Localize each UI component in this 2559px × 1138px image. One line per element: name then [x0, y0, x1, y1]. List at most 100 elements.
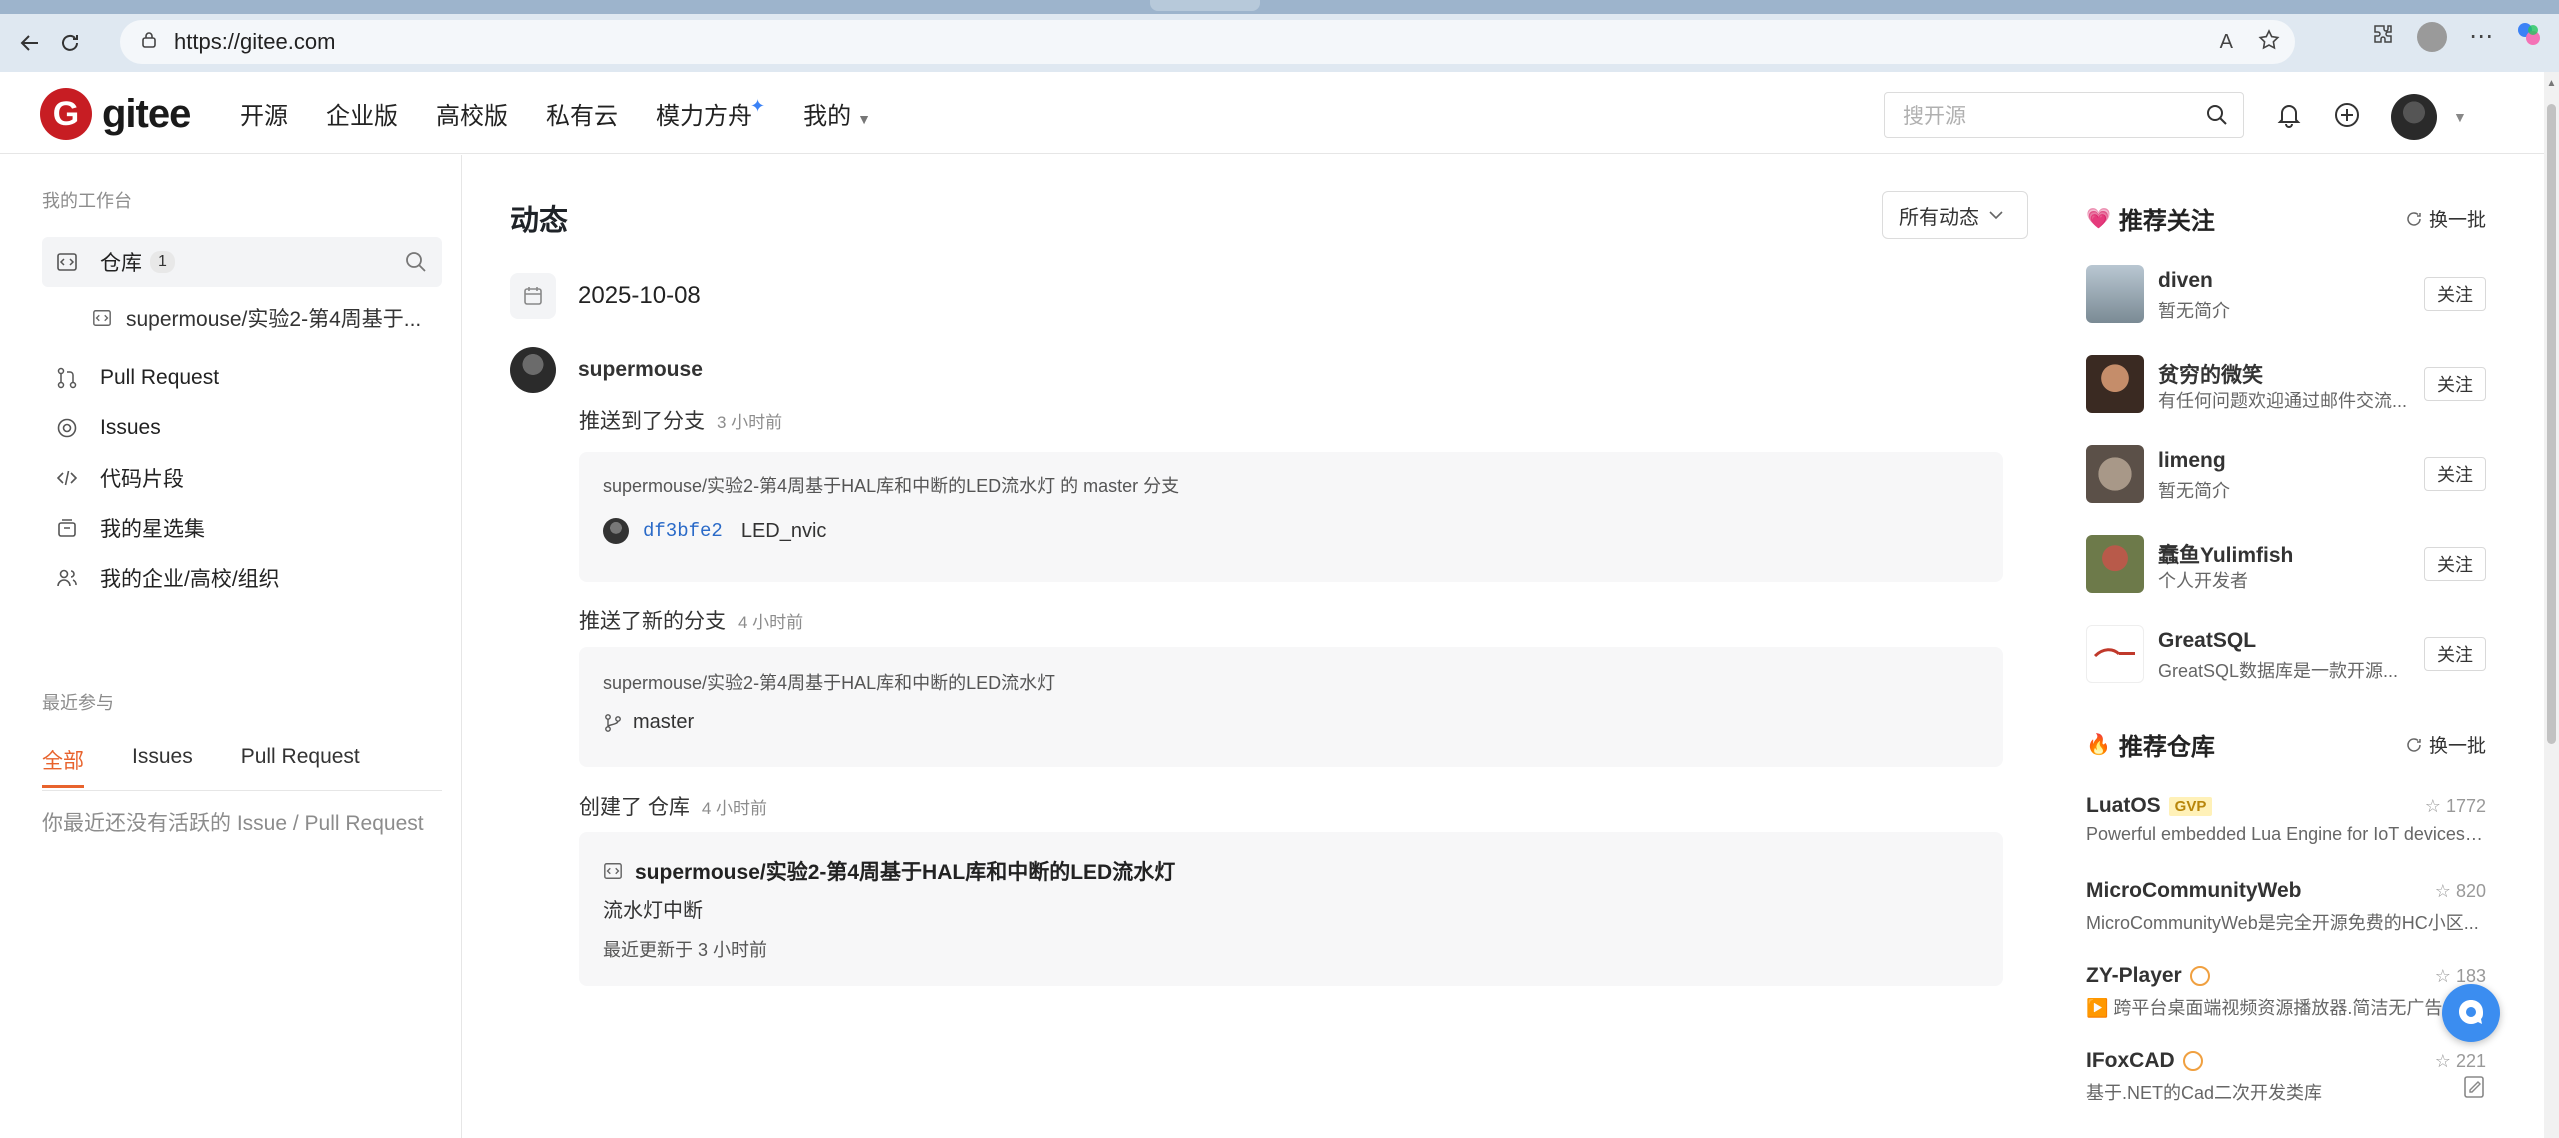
sparkle-icon: ✦	[750, 95, 766, 116]
user-menu-caret-icon[interactable]: ▼	[2453, 109, 2467, 125]
feed-username[interactable]: supermouse	[578, 358, 703, 382]
recommended-user[interactable]: limeng 暂无简介 关注	[2086, 443, 2486, 505]
workspace-label: 我的工作台	[42, 191, 132, 211]
repo-name[interactable]: IFoxCAD	[2086, 1049, 2175, 1073]
repo-stars: ☆ 221	[2435, 1051, 2486, 1072]
sidebar-search-icon[interactable]	[404, 250, 428, 280]
recommended-user[interactable]: 蠢鱼Yulimfish 个人开发者 关注	[2086, 533, 2486, 595]
more-menu-icon[interactable]: ⋯	[2469, 22, 2493, 51]
scroll-up-icon[interactable]: ▲	[2546, 78, 2557, 89]
sidebar-item-repos[interactable]: 仓库 1	[42, 237, 442, 287]
recommended-user-name[interactable]: limeng	[2158, 449, 2226, 473]
follow-button[interactable]: 关注	[2424, 637, 2486, 671]
recommended-user[interactable]: GreatSQL GreatSQL数据库是一款开源... 关注	[2086, 623, 2486, 685]
recommend-users-label: 推荐关注	[2118, 208, 2215, 235]
back-icon[interactable]	[10, 23, 50, 63]
avatar	[603, 518, 629, 544]
commit-sha-link[interactable]: df3bfe2	[643, 520, 723, 542]
nav-open-source[interactable]: 开源	[240, 96, 288, 131]
recommended-user-name[interactable]: GreatSQL	[2158, 629, 2256, 653]
medal-icon	[2182, 1051, 2203, 1071]
repo-name[interactable]: LuatOS	[2086, 794, 2161, 818]
avatar[interactable]	[2086, 445, 2144, 503]
sidebar-item-organizations[interactable]: 我的企业/高校/组织	[42, 553, 442, 603]
recommended-user[interactable]: diven 暂无简介 关注	[2086, 263, 2486, 325]
search-placeholder: 搜开源	[1903, 105, 1966, 128]
event-repo-link[interactable]: supermouse/实验2-第4周基于HAL库和中断的LED流水灯	[603, 669, 1055, 695]
user-avatar[interactable]	[2391, 94, 2437, 140]
gvp-badge: GVP	[2168, 796, 2213, 816]
snippets-label: 代码片段	[100, 468, 184, 491]
address-bar[interactable]: https://gitee.com A	[120, 20, 2295, 64]
tab-pull-request[interactable]: Pull Request	[241, 745, 360, 788]
search-input[interactable]: 搜开源	[1884, 92, 2244, 138]
notification-bell-icon[interactable]	[2275, 101, 2303, 134]
follow-button[interactable]: 关注	[2424, 457, 2486, 491]
issues-label: Issues	[100, 416, 161, 439]
nav-private-cloud[interactable]: 私有云	[546, 96, 618, 131]
recommended-repo[interactable]: LuatOS GVP ☆ 1772 Powerful embedded Lua E…	[2086, 792, 2486, 852]
tab-issues[interactable]: Issues	[132, 745, 193, 788]
nav-education[interactable]: 高校版	[436, 96, 508, 131]
created-repo-link[interactable]: supermouse/实验2-第4周基于HAL库和中断的LED流水灯	[603, 856, 1175, 886]
follow-button[interactable]: 关注	[2424, 367, 2486, 401]
recommended-user-name[interactable]: 蠢鱼Yulimfish	[2158, 539, 2293, 569]
refresh-icon	[2405, 736, 2423, 754]
read-aloud-icon[interactable]: A	[2220, 31, 2233, 54]
nav-mine[interactable]: 我的 ▼	[803, 96, 871, 131]
event-action-text: 创建了 仓库	[579, 796, 690, 819]
sidebar-item-collections[interactable]: 我的星选集	[42, 503, 442, 553]
refresh-repos-button[interactable]: 换一批	[2405, 731, 2486, 758]
recommended-user[interactable]: 贫穷的微笑 有任何问题欢迎通过邮件交流... 关注	[2086, 353, 2486, 415]
greatsql-logo[interactable]	[2086, 625, 2144, 683]
extensions-icon[interactable]	[2371, 22, 2395, 51]
event-time: 4 小时前	[701, 799, 768, 818]
sidebar-item-pull-request[interactable]: Pull Request	[42, 353, 442, 403]
sidebar-item-issues[interactable]: Issues	[42, 403, 442, 453]
favorite-star-icon[interactable]	[2257, 28, 2281, 57]
assistant-float-button[interactable]	[2442, 984, 2500, 1042]
profile-avatar[interactable]	[2417, 21, 2447, 52]
page-scrollbar[interactable]: ▲	[2544, 72, 2559, 1138]
recommended-repo[interactable]: MicroCommunityWeb ☆ 820 MicroCommunityWe…	[2086, 877, 2486, 937]
recommended-repo[interactable]: ZY-Player ☆ 183 ▶️ 跨平台桌面端视频资源播放器.简洁无广告	[2086, 962, 2486, 1022]
refresh-users-button[interactable]: 换一批	[2405, 205, 2486, 232]
site-info-icon[interactable]	[140, 31, 158, 54]
recommended-user-name[interactable]: diven	[2158, 269, 2213, 293]
avatar[interactable]	[510, 347, 556, 393]
star-icon: ☆	[2434, 966, 2451, 986]
follow-button[interactable]: 关注	[2424, 547, 2486, 581]
activity-filter-select[interactable]: 所有动态	[1882, 191, 2028, 239]
url-text[interactable]: https://gitee.com	[174, 29, 335, 55]
nav-model-ark[interactable]: 模力方舟✦	[656, 96, 765, 131]
sidebar-item-snippets[interactable]: 代码片段	[42, 453, 442, 503]
recommended-repo[interactable]: IFoxCAD ☆ 221 基于.NET的Cad二次开发类库	[2086, 1047, 2486, 1107]
avatar[interactable]	[2086, 535, 2144, 593]
copilot-icon[interactable]	[2515, 20, 2543, 53]
search-icon[interactable]	[2205, 103, 2229, 133]
event-action: 创建了 仓库 4 小时前	[579, 791, 767, 821]
add-plus-icon[interactable]	[2333, 101, 2361, 134]
reload-icon[interactable]	[50, 23, 90, 63]
recommended-user-name[interactable]: 贫穷的微笑	[2158, 359, 2263, 389]
nav-enterprise[interactable]: 企业版	[326, 96, 398, 131]
event-repo-branch-link[interactable]: supermouse/实验2-第4周基于HAL库和中断的LED流水灯 的 mas…	[603, 472, 1179, 498]
sidebar-repo-link[interactable]: supermouse/实验2-第4周基于...	[92, 303, 442, 333]
repo-name[interactable]: ZY-Player	[2086, 964, 2182, 988]
pull-request-icon	[56, 367, 86, 389]
scrollbar-thumb[interactable]	[2547, 104, 2556, 744]
feed-user: supermouse	[510, 347, 703, 393]
branch-link[interactable]: master	[603, 711, 694, 734]
pull-request-label: Pull Request	[100, 366, 220, 389]
avatar[interactable]	[2086, 265, 2144, 323]
repo-name[interactable]: MicroCommunityWeb	[2086, 879, 2301, 903]
follow-button[interactable]: 关注	[2424, 277, 2486, 311]
gitee-logo[interactable]: G gitee	[40, 88, 191, 140]
browser-tab[interactable]	[1150, 0, 1260, 11]
tab-all[interactable]: 全部	[42, 745, 84, 788]
avatar[interactable]	[2086, 355, 2144, 413]
activity-filter-value: 所有动态	[1899, 206, 1979, 229]
feedback-edit-icon[interactable]	[2462, 1074, 2488, 1100]
star-icon: ☆	[2424, 796, 2441, 816]
empty-state-message: 你最近还没有活跃的 Issue / Pull Request	[42, 812, 424, 835]
